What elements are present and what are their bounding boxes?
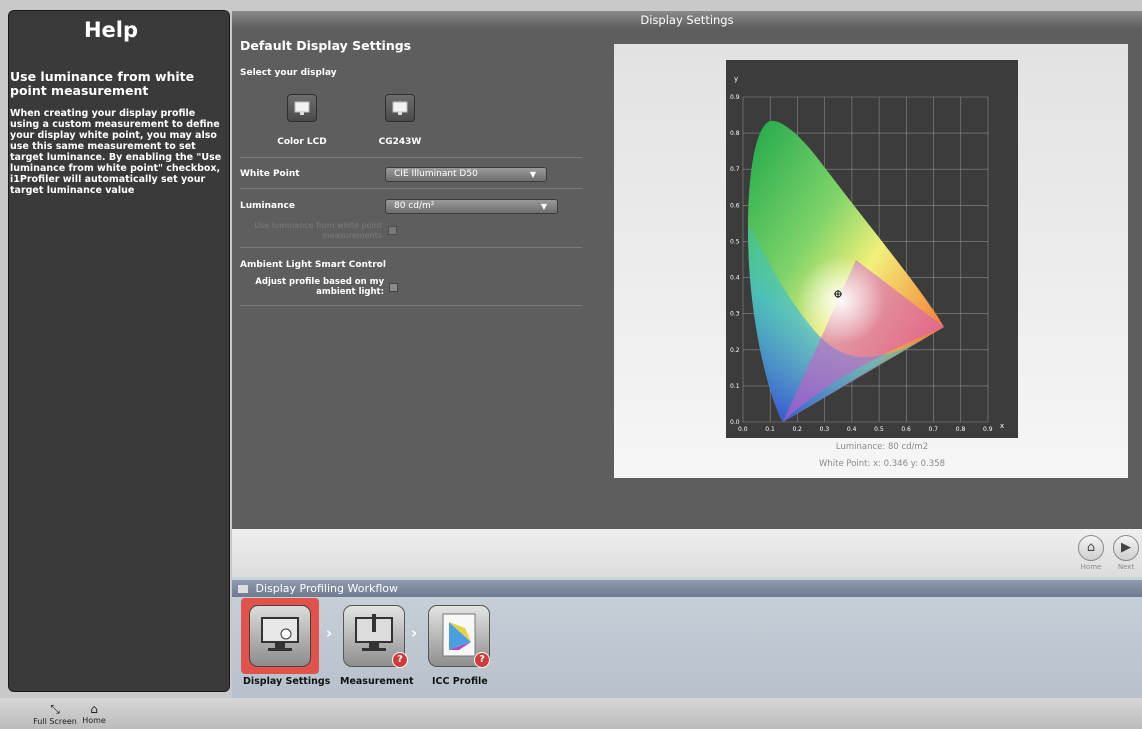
x-tick-label: 0.2	[792, 426, 802, 433]
help-body: When creating your display profile using…	[10, 108, 222, 196]
luminance-value: 80 cd/m²	[394, 201, 435, 211]
y-tick-label: 0.7	[730, 166, 740, 173]
workflow-step-label: Display Settings	[243, 676, 331, 687]
divider	[240, 305, 582, 306]
toolbar-home-label: Home	[82, 716, 106, 725]
home-icon: ⌂	[90, 702, 98, 716]
home-button-label: Home	[1080, 563, 1102, 571]
use-luminance-label: Use luminance from white point measureme…	[254, 221, 382, 240]
chevron-right-icon: ›	[326, 624, 333, 642]
toolbar-home-button[interactable]: ⌂ Home	[78, 702, 110, 725]
y-tick-label: 0.0	[730, 419, 740, 426]
next-button-label: Next	[1117, 563, 1135, 571]
divider	[240, 188, 582, 189]
x-tick-label: 0.7	[929, 426, 939, 433]
x-tick-label: 0.4	[847, 426, 857, 433]
ambient-heading: Ambient Light Smart Control	[240, 260, 386, 270]
luminance-label: Luminance	[240, 201, 295, 211]
y-tick-label: 0.6	[730, 202, 740, 209]
x-tick-label: 0.1	[765, 426, 775, 433]
workflow-step-label: ICC Profile	[432, 676, 488, 687]
y-tick-label: 0.8	[730, 130, 740, 137]
y-tick-label: 0.3	[730, 311, 740, 318]
home-button[interactable]: ⌂	[1078, 535, 1104, 561]
navigation-strip	[232, 529, 1142, 577]
white-point-label: White Point	[240, 169, 300, 179]
white-point-readout: White Point: x: 0.346 y: 0.358	[818, 459, 946, 469]
chevron-down-icon: ▼	[540, 202, 547, 211]
x-tick-label: 0.5	[874, 426, 884, 433]
window-title: Display Settings	[232, 11, 1142, 29]
next-button[interactable]: ▶	[1113, 535, 1139, 561]
ambient-checkbox-label: Adjust profile based on my ambient light…	[255, 277, 384, 297]
fullscreen-button[interactable]: ⤡ Full Screen	[32, 702, 78, 726]
divider	[240, 157, 582, 158]
display-name-cg243w: CG243W	[378, 137, 422, 147]
x-tick-label: 0.9	[983, 426, 993, 433]
cie-chromaticity-diagram: 0.00.0 0.1 0.1 0.2 0.2 0.3 0.3 0.4 0.4 0.5 0.5 0.6 0…	[726, 60, 1018, 438]
play-icon: ▶	[1121, 540, 1131, 555]
y-axis-label: y	[734, 75, 738, 83]
workflow-title: Display Profiling Workflow	[255, 582, 399, 595]
white-point-value: CIE Illuminant D50	[394, 169, 478, 179]
home-icon: ⌂	[1086, 540, 1096, 555]
help-title: Help	[83, 18, 139, 42]
chevron-down-icon: ▼	[529, 170, 536, 179]
help-subtitle: Use luminance from white point measureme…	[10, 69, 195, 98]
warning-badge-icon: ?	[392, 652, 408, 668]
x-axis-label: x	[1000, 422, 1004, 430]
workflow-step-display-settings[interactable]	[249, 605, 311, 667]
fullscreen-label: Full Screen	[33, 717, 77, 726]
display-cg243w-button[interactable]	[385, 94, 415, 122]
workflow-step-label: Measurement	[340, 676, 414, 687]
y-tick-label: 0.9	[730, 94, 740, 101]
divider	[240, 247, 582, 248]
white-point-dropdown[interactable]: CIE Illuminant D50 ▼	[385, 167, 547, 182]
settings-heading: Default Display Settings	[240, 38, 412, 53]
luminance-dropdown[interactable]: 80 cd/m² ▼	[385, 199, 558, 214]
luminance-readout: Luminance: 80 cd/m2	[835, 442, 929, 452]
y-tick-label: 0.5	[730, 238, 740, 245]
y-tick-label: 0.1	[730, 383, 740, 390]
monitor-icon	[238, 585, 248, 593]
y-tick-label: 0.2	[730, 347, 740, 354]
bottom-toolbar	[0, 698, 1142, 729]
y-tick-label: 0.4	[730, 275, 740, 282]
select-display-label: Select your display	[240, 68, 337, 78]
x-tick-label: 0.8	[956, 426, 966, 433]
x-tick-label: 0.6	[901, 426, 911, 433]
use-luminance-checkbox[interactable]	[388, 226, 397, 235]
fullscreen-icon: ⤡	[50, 702, 60, 716]
chevron-right-icon: ›	[411, 624, 418, 642]
warning-badge-icon: ?	[474, 652, 490, 668]
display-color-lcd-button[interactable]	[287, 94, 317, 122]
monitor-icon	[392, 101, 408, 115]
x-tick-label: 0.0	[738, 426, 748, 433]
ambient-light-checkbox[interactable]	[389, 283, 398, 292]
workflow-header: Display Profiling Workflow	[232, 580, 1142, 597]
display-name-color-lcd: Color LCD	[277, 137, 327, 147]
x-tick-label: 0.3	[820, 426, 830, 433]
display-settings-icon	[261, 617, 299, 651]
monitor-icon	[294, 101, 310, 115]
